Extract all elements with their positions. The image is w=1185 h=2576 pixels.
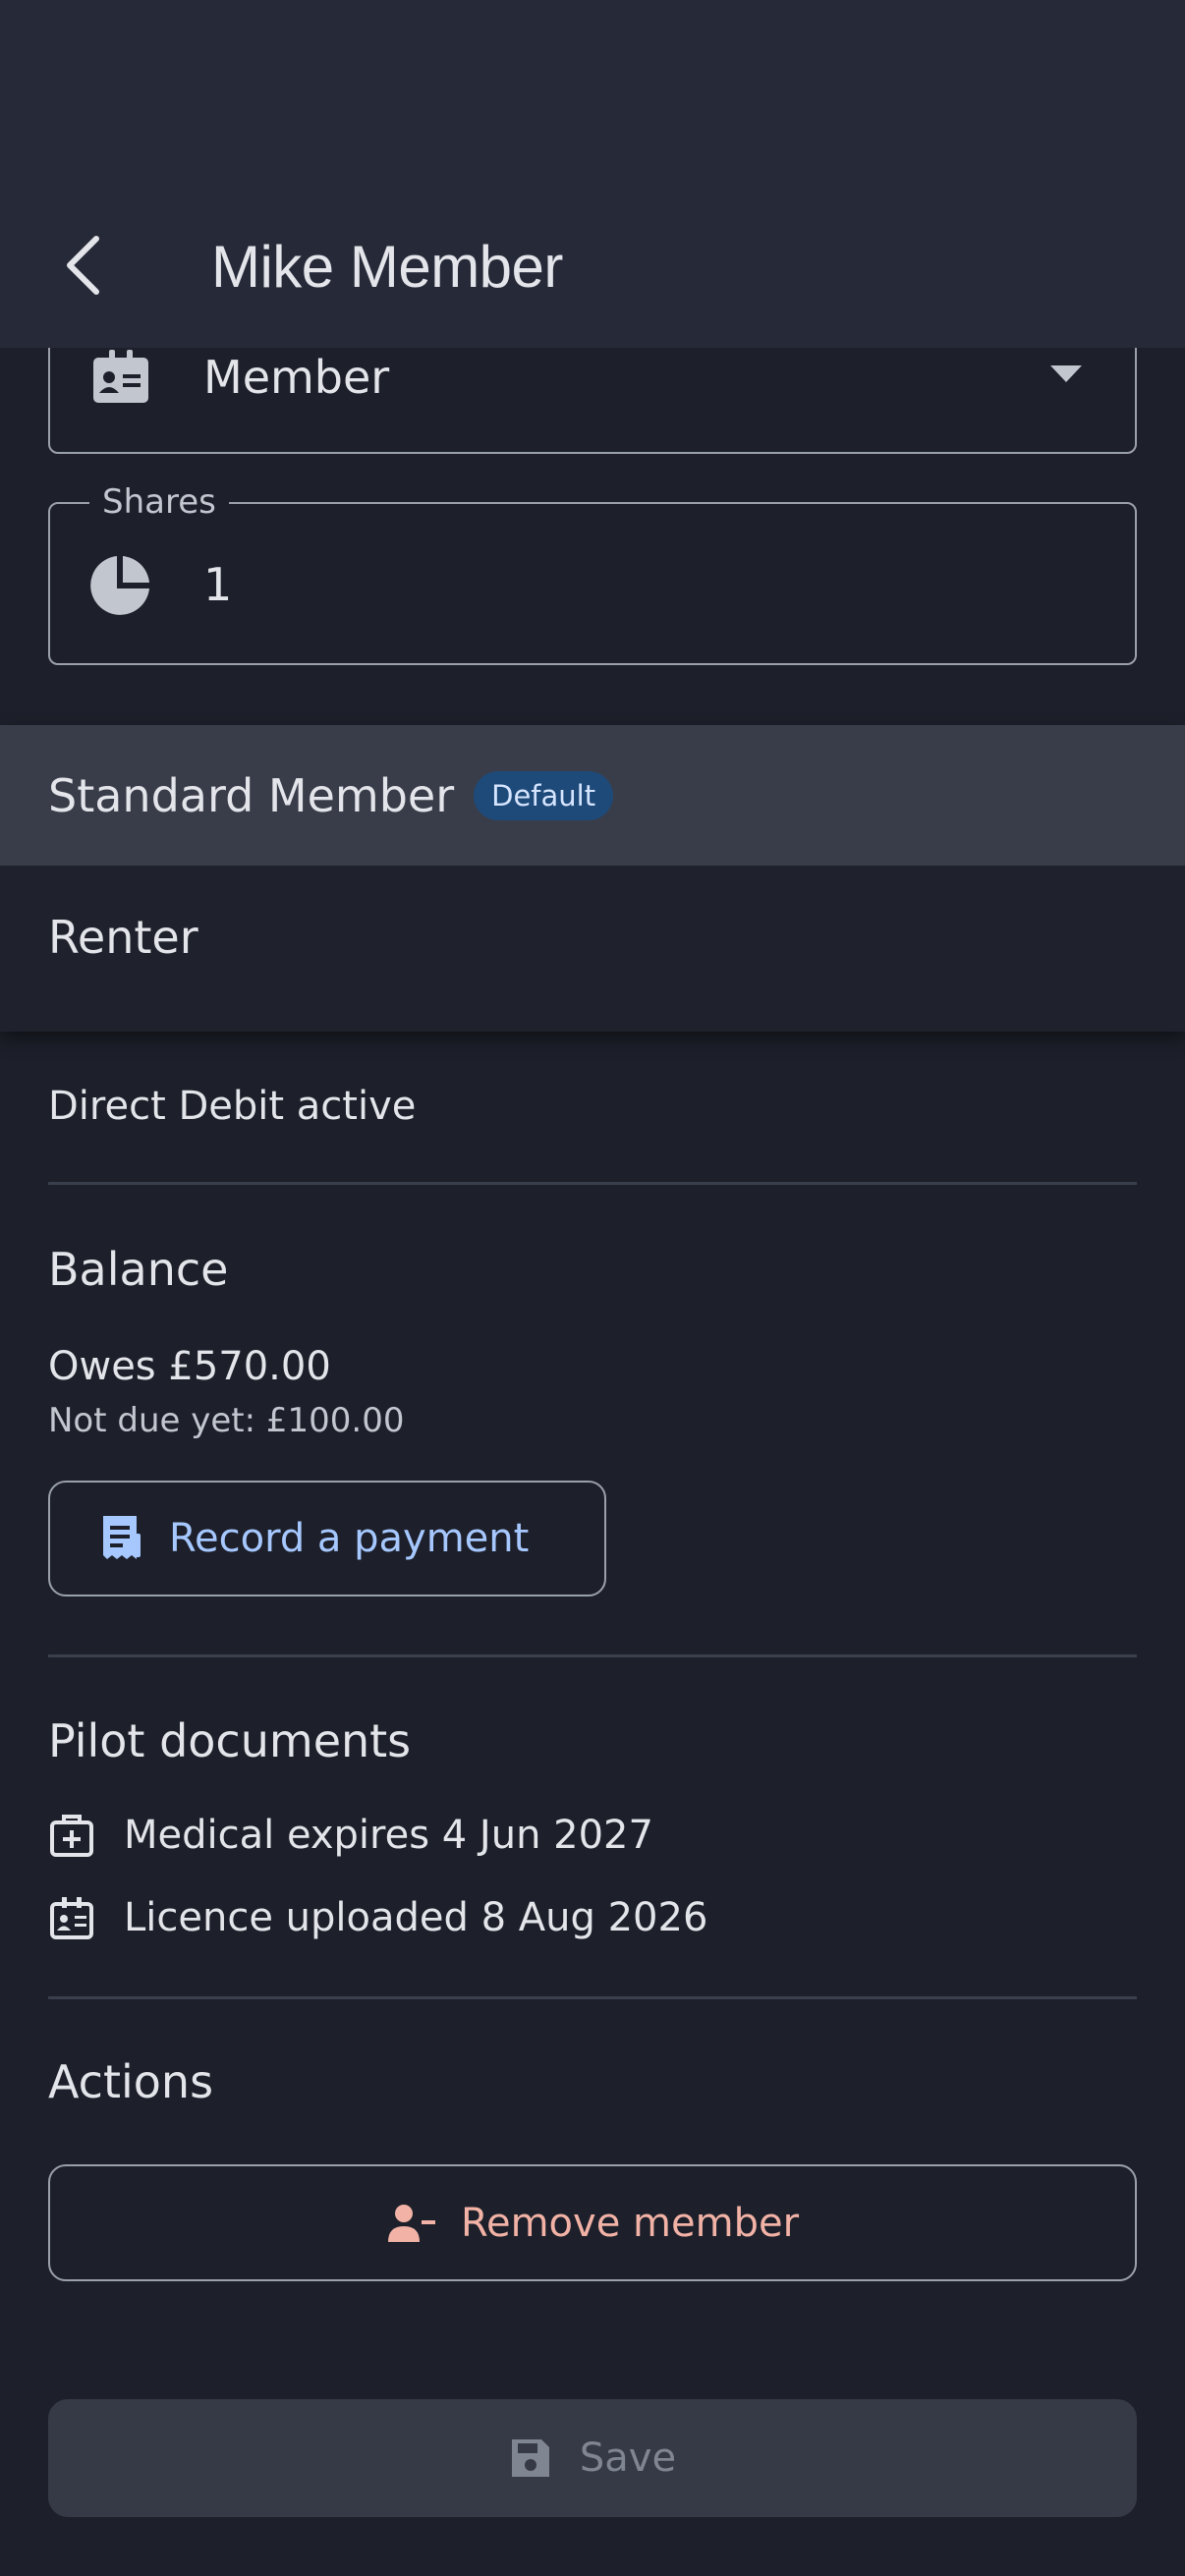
actions-heading: Actions	[48, 2055, 214, 2108]
pilot-documents-heading: Pilot documents	[48, 1714, 412, 1767]
record-payment-label: Record a payment	[169, 1516, 530, 1561]
balance-not-due: Not due yet: £100.00	[48, 1401, 405, 1440]
person-remove-icon	[387, 2204, 435, 2242]
divider	[48, 1654, 1137, 1657]
shares-value: 1	[203, 558, 233, 611]
floppy-disk-icon	[511, 2439, 549, 2477]
page-title: Mike Member	[211, 234, 563, 300]
balance-heading: Balance	[48, 1243, 229, 1296]
balance-owes: Owes £570.00	[48, 1344, 331, 1389]
menu-item-label: Standard Member	[48, 768, 455, 822]
dropdown-caret-icon	[1050, 365, 1082, 382]
direct-debit-status: Direct Debit active	[48, 1084, 417, 1129]
licence-upload-text: Licence uploaded 8 Aug 2026	[124, 1895, 708, 1940]
shares-label: Shares	[89, 480, 229, 524]
chevron-left-icon	[67, 236, 99, 295]
record-payment-button[interactable]: Record a payment	[48, 1481, 606, 1596]
divider	[48, 1182, 1137, 1185]
member-type-menu: Standard Member Default Renter	[0, 725, 1185, 1032]
remove-member-label: Remove member	[460, 2200, 800, 2246]
divider	[48, 1996, 1137, 1999]
app-bar: Mike Member	[0, 0, 1185, 348]
id-card-icon	[50, 1897, 93, 1939]
menu-item-standard-member[interactable]: Standard Member Default	[0, 725, 1185, 866]
medical-bag-icon	[50, 1815, 93, 1857]
medical-expiry-text: Medical expires 4 Jun 2027	[124, 1813, 653, 1858]
medical-row: Medical expires 4 Jun 2027	[48, 1812, 653, 1859]
save-label: Save	[579, 2436, 677, 2481]
receipt-icon	[103, 1516, 141, 1559]
licence-row: Licence uploaded 8 Aug 2026	[48, 1894, 707, 1941]
back-button[interactable]	[45, 221, 120, 309]
pie-chart-icon	[90, 556, 149, 615]
remove-member-button[interactable]: Remove member	[48, 2164, 1137, 2281]
badge-id-icon	[93, 350, 148, 403]
menu-item-label: Renter	[48, 910, 198, 964]
menu-item-renter[interactable]: Renter	[0, 866, 1185, 1008]
default-badge: Default	[474, 770, 614, 820]
save-button[interactable]: Save	[48, 2399, 1137, 2517]
member-type-value: Member	[203, 351, 390, 404]
shares-field[interactable]: Shares 1	[48, 480, 1137, 665]
